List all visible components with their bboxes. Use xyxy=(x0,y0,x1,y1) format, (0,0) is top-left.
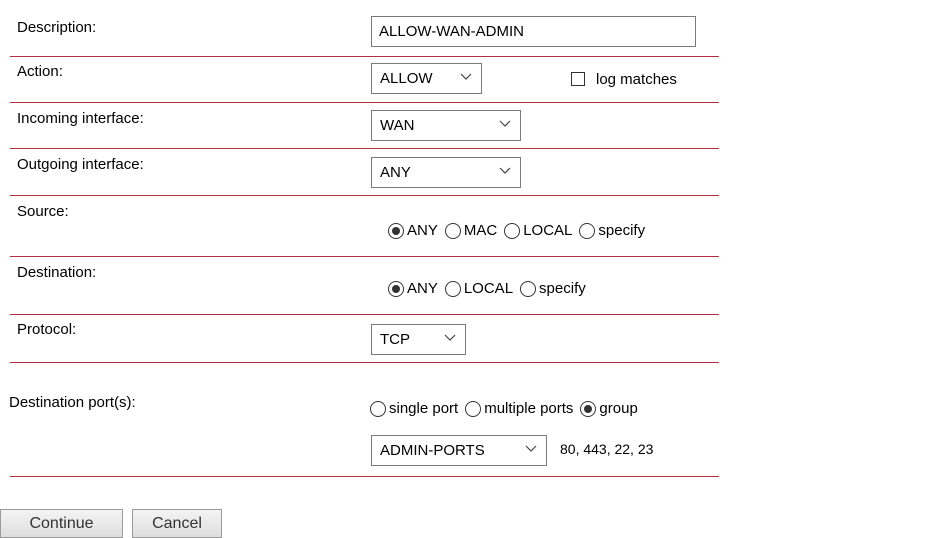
outgoing-interface-label: Outgoing interface: xyxy=(17,156,144,173)
log-matches-checkbox[interactable] xyxy=(571,72,585,86)
source-option-label: LOCAL xyxy=(523,222,573,239)
radio-icon xyxy=(444,280,461,297)
protocol-select-value: TCP xyxy=(380,331,410,348)
incoming-interface-select[interactable]: WAN xyxy=(371,110,521,141)
radio-icon xyxy=(465,400,482,417)
source-option-label: MAC xyxy=(463,222,498,239)
chevron-down-icon xyxy=(499,167,511,174)
port-option-multiple[interactable]: multiple ports xyxy=(465,400,573,417)
port-group-select-value: ADMIN-PORTS xyxy=(380,442,485,459)
chevron-down-icon xyxy=(525,445,537,452)
radio-icon xyxy=(444,222,461,239)
port-group-ports: 80, 443, 22, 23 xyxy=(560,441,654,457)
source-option-local[interactable]: LOCAL xyxy=(504,222,572,239)
port-option-label: group xyxy=(599,400,638,417)
source-label: Source: xyxy=(17,203,69,220)
destination-ports-label: Destination port(s): xyxy=(9,394,136,411)
action-label: Action: xyxy=(17,63,63,80)
radio-icon xyxy=(579,222,596,239)
port-option-label: single port xyxy=(389,400,459,417)
outgoing-interface-select[interactable]: ANY xyxy=(371,157,521,188)
cancel-button[interactable]: Cancel xyxy=(132,509,222,538)
protocol-select[interactable]: TCP xyxy=(371,324,466,355)
radio-selected-icon xyxy=(388,280,404,297)
destination-option-label: LOCAL xyxy=(463,280,514,297)
source-option-label: specify xyxy=(598,222,646,239)
description-input[interactable]: ALLOW-WAN-ADMIN xyxy=(371,16,696,47)
row-divider xyxy=(10,56,719,57)
row-divider xyxy=(10,148,719,149)
incoming-interface-label: Incoming interface: xyxy=(17,110,144,127)
description-label: Description: xyxy=(17,19,97,36)
chevron-down-icon xyxy=(460,73,472,80)
chevron-down-icon xyxy=(499,120,511,127)
destination-option-specify[interactable]: specify xyxy=(520,280,586,297)
source-option-any[interactable]: ANY xyxy=(388,222,438,239)
chevron-down-icon xyxy=(444,334,456,341)
destination-ports-radio-group: single port multiple ports group xyxy=(370,400,645,417)
incoming-interface-value: WAN xyxy=(380,117,415,134)
row-divider xyxy=(10,195,719,196)
destination-radio-group: ANY LOCAL specify xyxy=(388,280,593,297)
radio-selected-icon xyxy=(388,222,404,239)
action-select-value: ALLOW xyxy=(380,70,433,87)
radio-icon xyxy=(370,400,386,417)
source-option-label: ANY xyxy=(407,222,438,239)
continue-button[interactable]: Continue xyxy=(0,509,123,538)
row-divider xyxy=(10,102,719,103)
protocol-label: Protocol: xyxy=(17,321,77,338)
destination-option-label: specify xyxy=(539,280,586,297)
destination-label: Destination: xyxy=(17,264,97,281)
radio-icon xyxy=(520,280,537,297)
source-radio-group: ANY MAC LOCAL specify xyxy=(388,222,652,239)
radio-icon xyxy=(504,222,521,239)
port-option-label: multiple ports xyxy=(484,400,574,417)
radio-selected-icon xyxy=(580,400,597,417)
action-select[interactable]: ALLOW xyxy=(371,63,482,94)
port-group-select[interactable]: ADMIN-PORTS xyxy=(371,435,547,466)
outgoing-interface-value: ANY xyxy=(380,164,411,181)
source-option-specify[interactable]: specify xyxy=(579,222,645,239)
log-matches-label: log matches xyxy=(596,71,677,88)
destination-option-local[interactable]: LOCAL xyxy=(444,280,514,297)
destination-option-label: ANY xyxy=(407,280,438,297)
source-option-mac[interactable]: MAC xyxy=(444,222,498,239)
row-divider xyxy=(10,362,719,363)
row-divider xyxy=(10,314,719,315)
row-divider xyxy=(10,476,719,477)
port-option-group[interactable]: group xyxy=(580,400,638,417)
port-option-single[interactable]: single port xyxy=(370,400,458,417)
row-divider xyxy=(10,256,719,257)
destination-option-any[interactable]: ANY xyxy=(388,280,438,297)
